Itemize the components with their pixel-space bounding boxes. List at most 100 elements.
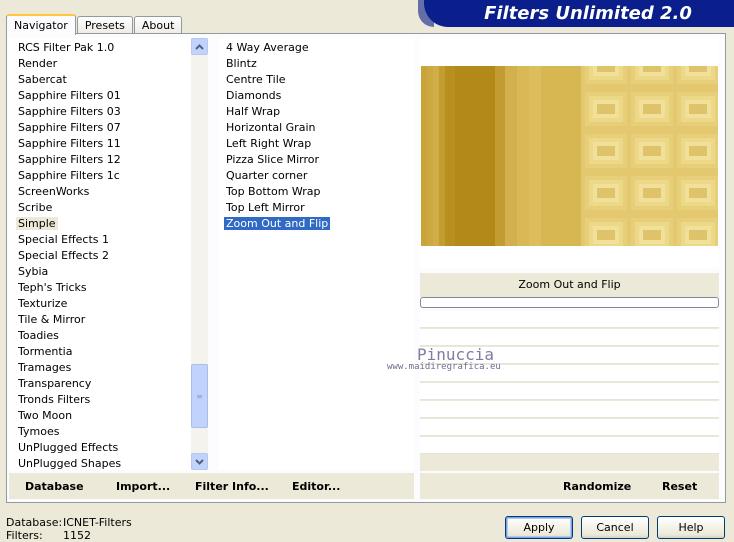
parameter-row: [420, 311, 719, 328]
category-item-label: Sapphire Filters 1c: [18, 169, 120, 182]
reset-button[interactable]: Reset: [662, 480, 697, 493]
category-item-label: Tile & Mirror: [18, 313, 86, 326]
chevron-down-icon: [195, 458, 204, 465]
category-item-label: Sybia: [18, 265, 49, 278]
filter-item[interactable]: Diamonds: [219, 88, 330, 104]
preview-tile: [627, 172, 677, 214]
parameter-row: [420, 401, 719, 418]
database-button[interactable]: Database: [25, 480, 84, 493]
scroll-thumb[interactable]: ≡: [191, 364, 208, 428]
filter-item-label: Top Left Mirror: [226, 201, 305, 214]
filter-item-label: Diamonds: [226, 89, 282, 102]
filter-item[interactable]: Half Wrap: [219, 104, 330, 120]
filter-item[interactable]: Quarter corner: [219, 168, 330, 184]
preview-stripe: [485, 66, 495, 246]
preview-stripe: [529, 66, 541, 246]
preview-stripe: [517, 66, 529, 246]
category-item[interactable]: Simple: [9, 216, 121, 232]
category-item[interactable]: UnPlugged Effects: [9, 440, 121, 456]
filter-item-label: Horizontal Grain: [226, 121, 316, 134]
filter-item[interactable]: 4 Way Average: [219, 40, 330, 56]
filter-info-button[interactable]: Filter Info...: [195, 480, 269, 493]
category-item[interactable]: ScreenWorks: [9, 184, 121, 200]
scroll-up-button[interactable]: [191, 38, 208, 55]
category-item-label: Sabercat: [18, 73, 67, 86]
tab-presets[interactable]: Presets: [76, 16, 133, 34]
filter-item[interactable]: Blintz: [219, 56, 330, 72]
filter-item[interactable]: Zoom Out and Flip: [219, 216, 331, 232]
category-item[interactable]: Scribe: [9, 200, 121, 216]
tab-about[interactable]: About: [133, 16, 183, 34]
filter-item[interactable]: Horizontal Grain: [219, 120, 330, 136]
category-item[interactable]: Sybia: [9, 264, 121, 280]
filter-items: 4 Way Average Blintz Centre Tile Diamonds Ha…: [219, 40, 331, 232]
editor-button[interactable]: Editor...: [292, 480, 340, 493]
category-item[interactable]: Tramages: [9, 360, 121, 376]
filter-item-label: Pizza Slice Mirror: [226, 153, 320, 166]
category-item[interactable]: Tile & Mirror: [9, 312, 121, 328]
parameter-row: [420, 329, 719, 346]
category-item[interactable]: Render: [9, 56, 121, 72]
cancel-button[interactable]: Cancel: [581, 516, 649, 539]
category-item-label: Tramages: [18, 361, 72, 374]
category-item[interactable]: Tormentia: [9, 344, 121, 360]
filters-count-value: 1152: [63, 529, 91, 542]
category-item-label: Teph's Tricks: [18, 281, 87, 294]
preview-tile: [673, 66, 718, 88]
category-item-label: RCS Filter Pak 1.0: [18, 41, 115, 54]
category-item[interactable]: Tronds Filters: [9, 392, 121, 408]
preview-tile: [673, 214, 718, 246]
filter-item[interactable]: Left Right Wrap: [219, 136, 330, 152]
apply-button[interactable]: Apply: [505, 516, 573, 539]
category-item[interactable]: Toadies: [9, 328, 121, 344]
category-item-label: UnPlugged Shapes: [18, 457, 122, 470]
preview-stripe: [505, 66, 517, 246]
randomize-button[interactable]: Randomize: [563, 480, 631, 493]
filter-item-label: Top Bottom Wrap: [226, 185, 321, 198]
category-item-label: Tymoes: [18, 425, 60, 438]
filter-item[interactable]: Centre Tile: [219, 72, 330, 88]
category-item[interactable]: Sapphire Filters 12: [9, 152, 121, 168]
filter-item-label: Left Right Wrap: [226, 137, 312, 150]
category-item[interactable]: Teph's Tricks: [9, 280, 121, 296]
category-item[interactable]: Sapphire Filters 07: [9, 120, 121, 136]
category-item[interactable]: Sapphire Filters 11: [9, 136, 121, 152]
database-label: Database:: [6, 516, 63, 529]
category-item[interactable]: Two Moon: [9, 408, 121, 424]
category-item-label: Scribe: [18, 201, 53, 214]
category-item[interactable]: Tymoes: [9, 424, 121, 440]
import-button[interactable]: Import...: [116, 480, 170, 493]
filter-item[interactable]: Pizza Slice Mirror: [219, 152, 330, 168]
parameter-row: [420, 347, 719, 364]
category-item-label: Sapphire Filters 03: [18, 105, 121, 118]
category-item[interactable]: Transparency: [9, 376, 121, 392]
filter-item[interactable]: Top Left Mirror: [219, 200, 330, 216]
title-banner: Filters Unlimited 2.0: [418, 0, 734, 27]
filter-list[interactable]: 4 Way Average Blintz Centre Tile Diamonds Ha…: [219, 38, 414, 470]
parameter-panel: [420, 311, 719, 471]
category-item-label: Texturize: [18, 297, 68, 310]
preview-tile: [627, 130, 677, 172]
tab-strip: Navigator Presets About: [6, 13, 183, 35]
filter-item[interactable]: Top Bottom Wrap: [219, 184, 330, 200]
filter-item-label: Blintz: [226, 57, 257, 70]
category-item[interactable]: Sapphire Filters 1c: [9, 168, 121, 184]
category-item[interactable]: RCS Filter Pak 1.0: [9, 40, 121, 56]
preview-stripe: [495, 66, 505, 246]
preview-tile: [581, 214, 631, 246]
category-item[interactable]: Sapphire Filters 01: [9, 88, 121, 104]
help-button[interactable]: Help: [657, 516, 725, 539]
category-item[interactable]: UnPlugged Shapes: [9, 456, 121, 472]
category-item[interactable]: Sapphire Filters 03: [9, 104, 121, 120]
tab-navigator[interactable]: Navigator: [6, 14, 76, 35]
category-item[interactable]: Special Effects 1: [9, 232, 121, 248]
category-item[interactable]: Sabercat: [9, 72, 121, 88]
category-item-label: Tronds Filters: [18, 393, 91, 406]
category-item[interactable]: Texturize: [9, 296, 121, 312]
scroll-down-button[interactable]: [191, 453, 208, 470]
category-scrollbar[interactable]: ≡: [191, 38, 208, 470]
category-list[interactable]: RCS Filter Pak 1.0 Render Sabercat Sapphire…: [9, 38, 208, 470]
status-info: Database: ICNET-Filters Filters: 1152: [6, 516, 132, 542]
chevron-up-icon: [195, 43, 204, 50]
category-item[interactable]: Special Effects 2: [9, 248, 121, 264]
